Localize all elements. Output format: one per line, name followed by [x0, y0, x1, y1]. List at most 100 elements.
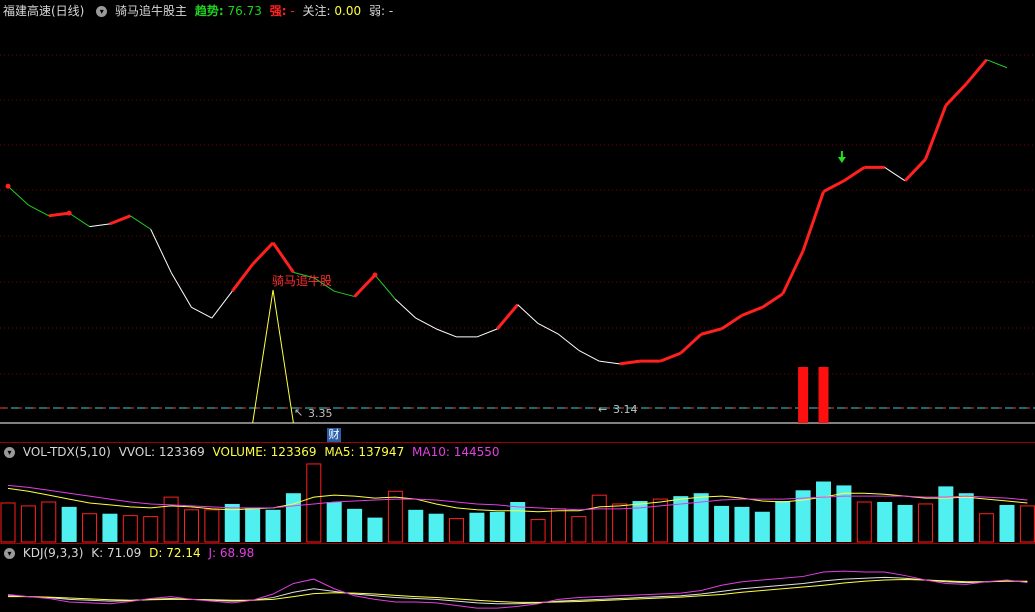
signal-spike	[252, 289, 294, 424]
trend-marker	[372, 272, 378, 278]
trend-segment	[68, 212, 90, 227]
kdj-header: ▾ KDJ(9,3,3) K: 71.09 D: 72.14 J: 68.98	[0, 544, 258, 562]
j-label: J:	[208, 546, 217, 560]
trend-segment	[334, 290, 355, 298]
vvol-label: VVOL:	[118, 445, 156, 459]
volume-bar	[530, 519, 546, 543]
volume-bar	[0, 502, 16, 543]
volume-bar	[775, 501, 791, 542]
trend-segment	[884, 166, 906, 182]
trend-segment	[271, 241, 295, 274]
volume-bar	[714, 505, 730, 542]
trend-segment	[191, 306, 213, 319]
trend-segment	[843, 166, 866, 183]
ma10-value: 144550	[453, 445, 500, 459]
vol-menu-icon[interactable]: ▾	[4, 447, 15, 458]
trend-segment	[700, 327, 722, 336]
vol-name[interactable]: VOL-TDX(5,10)	[23, 445, 111, 459]
volume-bar	[408, 509, 424, 542]
volume-chart[interactable]	[0, 461, 1035, 543]
volume-bar	[367, 517, 383, 542]
volume-bar	[102, 513, 118, 542]
trend-segment	[231, 263, 254, 293]
trend-segment	[924, 104, 948, 160]
volume-bar	[754, 511, 770, 542]
j-value: 68.98	[219, 546, 255, 560]
trend-segment	[903, 158, 927, 182]
trend-segment	[170, 272, 192, 308]
trend-segment	[496, 303, 519, 330]
trend-segment	[415, 317, 437, 330]
volume-bar	[143, 516, 159, 543]
trend-segment	[517, 304, 539, 324]
volume-bar	[550, 508, 566, 543]
trend-marker	[5, 183, 11, 189]
k-label: K:	[91, 546, 104, 560]
volume-bar	[612, 503, 628, 543]
volume-bar	[816, 481, 832, 542]
trend-segment	[599, 360, 620, 365]
volume-bar	[1019, 505, 1035, 543]
volume-bar	[183, 509, 199, 543]
volume-bar	[204, 509, 220, 543]
volume-bar	[265, 509, 281, 542]
volume-bar	[571, 516, 587, 543]
d-label: D:	[149, 546, 163, 560]
volume-bar	[999, 504, 1015, 542]
kdj-name[interactable]: KDJ(9,3,3)	[23, 546, 84, 560]
volume-bar	[41, 501, 57, 543]
volume-bar	[897, 504, 913, 542]
trend-segment	[130, 215, 151, 230]
trend-segment	[353, 273, 377, 298]
volume-bar	[20, 505, 36, 543]
trend-segment	[801, 191, 825, 252]
trend-segment	[395, 298, 417, 319]
trend-segment	[28, 204, 50, 217]
low-arrow-2: ←	[598, 403, 607, 416]
volume-bar	[61, 506, 77, 542]
d-value: 72.14	[166, 546, 201, 560]
trend-segment	[537, 323, 559, 335]
trend-segment	[558, 333, 580, 351]
trend-segment	[965, 58, 988, 85]
trend-segment	[781, 250, 805, 295]
volume-bar	[163, 496, 179, 543]
signal-label: 骑马追牛股	[272, 273, 332, 288]
volume-bar	[347, 508, 363, 542]
trend-segment	[659, 351, 682, 363]
signal-bar	[818, 367, 829, 423]
ma5-label: MA5:	[324, 445, 355, 459]
trend-segment	[109, 214, 131, 226]
volume-bar	[917, 503, 933, 543]
volume-bar	[938, 486, 954, 542]
trend-segment	[720, 314, 743, 331]
main-chart[interactable]: 骑马追牛股 ↖ 3.35 ← 3.14	[0, 0, 1035, 442]
volume-bar	[245, 507, 261, 542]
trend-segment	[986, 59, 1008, 69]
volume-label: VOLUME:	[212, 445, 267, 459]
low-label-1: 3.35	[308, 407, 333, 420]
volume-bar	[489, 511, 505, 542]
volume-bar	[326, 502, 342, 542]
down-arrow-icon	[837, 151, 846, 163]
trend-segment	[741, 305, 763, 317]
kdj-menu-icon[interactable]: ▾	[4, 548, 15, 559]
volume-bar	[428, 513, 444, 542]
trend-segment	[679, 333, 703, 355]
trend-segment	[578, 349, 600, 362]
trend-segment	[48, 211, 70, 218]
volume-bar	[449, 518, 465, 543]
trend-segment	[251, 241, 275, 266]
volume-bar	[306, 463, 322, 543]
volume-bar	[510, 502, 526, 542]
trend-segment	[944, 82, 968, 107]
finance-badge[interactable]: 财	[327, 428, 341, 442]
low-arrow-1: ↖	[294, 406, 303, 419]
volume-bar	[591, 494, 607, 543]
trend-segment	[211, 290, 233, 319]
volume-bar	[82, 513, 98, 543]
kdj-chart[interactable]	[0, 562, 1035, 612]
trend-marker	[66, 210, 72, 216]
trend-segment	[7, 185, 29, 206]
volume-bar	[979, 513, 995, 543]
